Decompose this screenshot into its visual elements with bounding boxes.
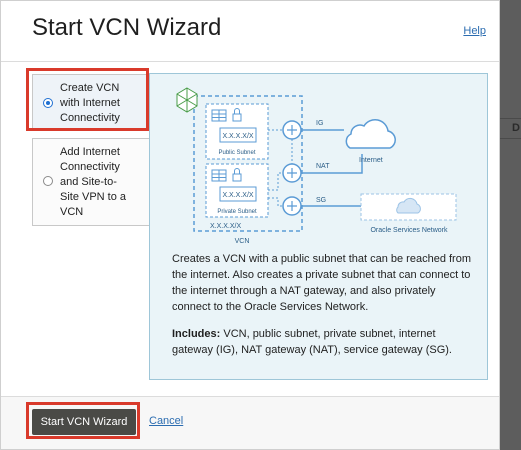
start-vcn-wizard-dialog: Start VCN Wizard Help Create VCN with In… — [0, 0, 500, 450]
option-description: Creates a VCN with a public subnet that … — [172, 253, 471, 313]
background-fragment: D — [512, 122, 520, 134]
vcn-hexagon-icon — [176, 87, 198, 113]
private-subnet-label: Private Subnet — [217, 209, 257, 215]
sg-label: SG — [316, 197, 326, 204]
internet-gateway-icon — [282, 120, 302, 140]
option-detail-panel: X.X.X.X/X Public Subnet X.X.X.X/X Privat… — [149, 73, 488, 380]
radio-button[interactable] — [43, 176, 53, 186]
service-gateway-icon — [282, 196, 302, 216]
vcn-cidr-label: X.X.X.X/X — [210, 223, 241, 230]
vcn-topology-diagram: X.X.X.X/X Public Subnet X.X.X.X/X Privat… — [176, 87, 457, 245]
public-cidr-label: X.X.X.X/X — [222, 133, 253, 140]
ig-label: IG — [316, 120, 323, 127]
osn-label: Oracle Services Network — [370, 227, 448, 234]
option-create-vcn-internet[interactable]: Create VCN with Internet Connectivity — [32, 74, 150, 130]
internet-label: Internet — [359, 157, 383, 164]
nat-label: NAT — [316, 163, 330, 170]
connector — [268, 197, 283, 207]
nat-to-internet-line — [301, 154, 363, 174]
option-add-internet-vpn[interactable]: Add Internet Connectivity and Site-to- S… — [32, 138, 150, 226]
background-divider — [500, 138, 521, 139]
route-table-icon — [211, 169, 227, 182]
includes-text: Includes: VCN, public subnet, private su… — [172, 326, 472, 358]
background-divider — [500, 118, 521, 119]
private-cidr-label: X.X.X.X/X — [222, 192, 253, 199]
connector — [268, 172, 283, 191]
option-label: Create VCN with Internet Connectivity — [60, 82, 120, 124]
dialog-title: Start VCN Wizard — [32, 14, 222, 41]
help-link[interactable]: Help — [463, 25, 486, 37]
public-subnet-label: Public Subnet — [218, 150, 255, 156]
cancel-link[interactable]: Cancel — [149, 415, 183, 427]
internet-cloud-icon — [345, 119, 396, 149]
route-table-icon — [211, 109, 227, 122]
radio-button-selected[interactable] — [43, 98, 53, 108]
wizard-options: Create VCN with Internet Connectivity Ad… — [32, 74, 150, 226]
dialog-header: Start VCN Wizard Help — [1, 1, 499, 62]
start-vcn-wizard-button[interactable]: Start VCN Wizard — [32, 409, 136, 435]
vcn-label: VCN — [235, 238, 250, 245]
includes-label: Includes: — [172, 328, 221, 340]
nat-gateway-icon — [282, 163, 302, 183]
option-label: Add Internet Connectivity and Site-to- S… — [60, 146, 127, 218]
